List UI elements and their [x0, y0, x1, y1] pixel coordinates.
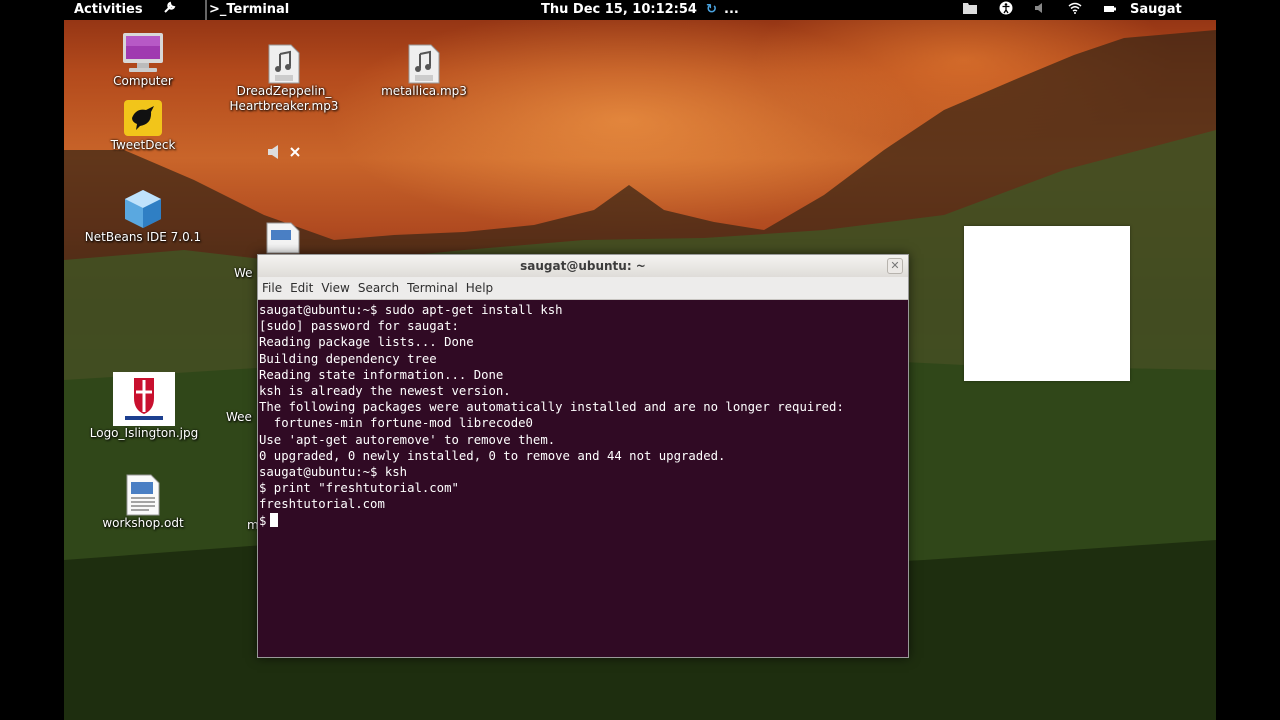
desktop-icon-dreadzeppelin[interactable]: DreadZeppelin_ Heartbreaker.mp3	[222, 44, 346, 114]
folder-icon[interactable]	[963, 0, 977, 20]
terminal-titlebar[interactable]: saugat@ubuntu: ~ ✕	[258, 255, 908, 277]
terminal-line: fortunes-min fortune-mod librecode0	[259, 416, 533, 431]
terminal-title: saugat@ubuntu: ~	[520, 259, 646, 273]
terminal-window[interactable]: saugat@ubuntu: ~ ✕ File Edit View Search Ter…	[257, 254, 909, 658]
wifi-icon[interactable]	[1068, 0, 1082, 20]
menu-view[interactable]: View	[317, 277, 353, 299]
system-settings-icon[interactable]	[162, 0, 176, 20]
text-cursor	[270, 512, 279, 527]
terminal-line: saugat@ubuntu:~$ ksh	[259, 465, 408, 480]
sync-icon[interactable]: ↻	[706, 0, 717, 20]
desktop-icon-label: metallica.mp3	[381, 84, 467, 98]
top-panel: Activities >_Terminal Thu Dec 15, 10:12:…	[64, 0, 1216, 20]
terminal-line: Use 'apt-get autoremove' to remove them.	[259, 432, 556, 447]
desktop-icon-label: DreadZeppelin_ Heartbreaker.mp3	[229, 84, 339, 113]
terminal-line: saugat@ubuntu:~$ sudo apt-get install ks…	[259, 303, 563, 317]
app-menu-terminal[interactable]: >_Terminal	[205, 0, 289, 20]
desktop-icon-label: workshop.odt	[102, 516, 184, 530]
terminal-line: [sudo] password for saugat:	[259, 319, 459, 334]
activities-button[interactable]: Activities	[74, 0, 143, 20]
terminal-line: freshtutorial.com	[259, 497, 385, 512]
accessibility-icon[interactable]	[999, 0, 1013, 20]
partial-icon-label: We	[234, 266, 253, 280]
desktop-icon-metallica[interactable]: metallica.mp3	[368, 44, 480, 99]
terminal-output[interactable]: saugat@ubuntu:~$ sudo apt-get install ks…	[259, 300, 908, 657]
terminal-menubar: File Edit View Search Terminal Help	[258, 277, 908, 300]
battery-icon[interactable]	[1104, 0, 1116, 20]
menu-terminal[interactable]: Terminal	[403, 277, 462, 299]
user-menu[interactable]: Saugat	[1130, 0, 1182, 20]
close-icon[interactable]: ✕	[887, 258, 903, 274]
clock[interactable]: Thu Dec 15, 10:12:54	[541, 0, 697, 20]
audio-file-icon	[408, 44, 440, 84]
menu-help[interactable]: Help	[462, 277, 497, 299]
desktop-icon-computer[interactable]: Computer	[88, 32, 198, 89]
desktop-icon-logo-islington[interactable]: Logo_Islington.jpg	[82, 372, 206, 441]
partial-icon-label: Wee	[226, 410, 252, 424]
tweetdeck-icon	[124, 100, 162, 136]
document-file-icon	[266, 222, 300, 254]
terminal-line: ksh is already the newest version.	[259, 384, 511, 399]
menu-file[interactable]: File	[258, 277, 286, 299]
image-file-icon	[113, 372, 175, 426]
terminal-line: Reading state information... Done	[259, 367, 504, 382]
desktop-icon-label: Computer	[113, 74, 173, 88]
volume-osd	[266, 144, 302, 166]
netbeans-cube-icon	[125, 190, 161, 228]
terminal-line: Reading package lists... Done	[259, 335, 474, 350]
desktop-icon-workshop[interactable]: workshop.odt	[88, 474, 198, 531]
terminal-line: 0 upgraded, 0 newly installed, 0 to remo…	[259, 448, 726, 463]
desktop-icon-label: TweetDeck	[110, 138, 176, 152]
desktop-icon-label: NetBeans IDE 7.0.1	[84, 230, 202, 244]
desktop-icon-partial[interactable]	[266, 222, 300, 258]
more-indicator[interactable]: ...	[724, 0, 739, 20]
menu-edit[interactable]: Edit	[286, 277, 317, 299]
menu-search[interactable]: Search	[354, 277, 403, 299]
terminal-line: The following packages were automaticall…	[259, 400, 844, 415]
terminal-app-icon: >_	[209, 2, 227, 17]
prompt-symbol: $	[259, 513, 267, 528]
desktop-icon-label: Logo_Islington.jpg	[89, 426, 199, 440]
terminal-prompt-line[interactable]: $	[259, 512, 908, 529]
volume-muted-icon	[268, 145, 300, 159]
document-file-icon	[126, 474, 160, 516]
blank-white-window[interactable]	[964, 226, 1130, 381]
desktop-icon-tweetdeck[interactable]: TweetDeck	[88, 98, 198, 153]
volume-muted-icon[interactable]	[1034, 0, 1048, 20]
app-menu-label: Terminal	[226, 2, 290, 17]
terminal-line: Building dependency tree	[259, 351, 437, 366]
audio-file-icon	[268, 44, 300, 84]
terminal-line: $ print "freshtutorial.com"	[259, 481, 459, 496]
desktop-icon-netbeans[interactable]: NetBeans IDE 7.0.1	[80, 188, 206, 245]
computer-icon	[123, 33, 163, 72]
